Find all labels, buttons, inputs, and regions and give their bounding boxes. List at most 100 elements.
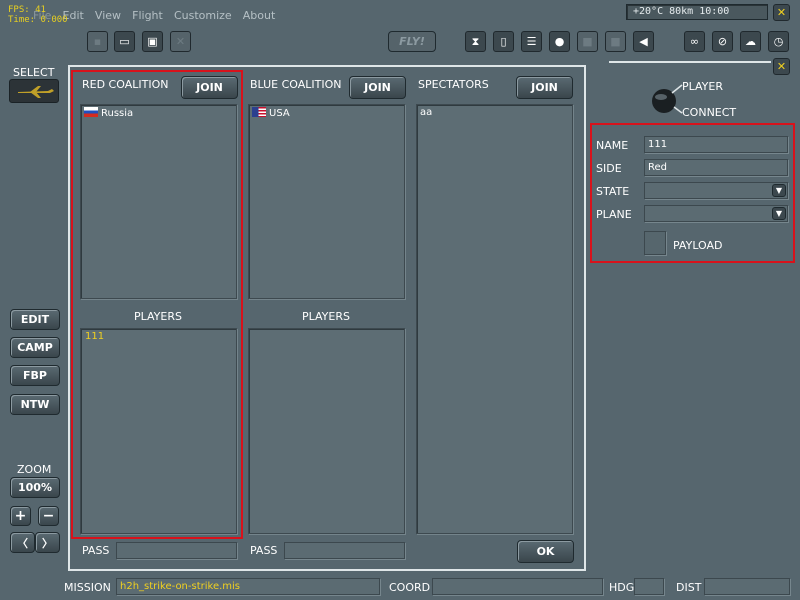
- clipboard-button[interactable]: ☰: [521, 31, 542, 52]
- edit-button[interactable]: EDIT: [10, 309, 60, 330]
- time-counter: Time: 0.000: [8, 15, 68, 25]
- blue-players-title: PLAYERS: [302, 310, 350, 323]
- new-icon: ▪: [93, 35, 102, 48]
- device-icon: ▯: [500, 35, 507, 48]
- open-button[interactable]: ▭: [114, 31, 135, 52]
- fly-label: FLY!: [399, 35, 425, 48]
- plus-icon: +: [14, 508, 27, 524]
- clock-icon: ◷: [773, 35, 784, 48]
- binoculars-icon: ∞: [689, 35, 700, 48]
- ntw-label: NTW: [20, 398, 50, 411]
- camp-label: CAMP: [17, 341, 53, 354]
- spectators-title: SPECTATORS: [418, 78, 489, 91]
- blue-players-list[interactable]: [248, 328, 405, 534]
- spectators-join-label: JOIN: [531, 81, 558, 94]
- red-highlight-box: [71, 70, 243, 539]
- fbp-label: FBP: [23, 369, 47, 382]
- ntw-button[interactable]: NTW: [10, 394, 60, 415]
- blue-pass-label: PASS: [250, 544, 278, 557]
- close-panel-button[interactable]: ✕: [773, 58, 790, 75]
- fbp-button[interactable]: FBP: [10, 365, 60, 386]
- head-icon: ●: [554, 35, 565, 48]
- chevron-right-icon: 〉: [42, 536, 53, 550]
- pilot-button[interactable]: ●: [549, 31, 570, 52]
- dist-field: [704, 578, 790, 595]
- device-button[interactable]: ▯: [493, 31, 514, 52]
- mission-label: MISSION: [64, 581, 111, 594]
- fps-counter: FPS: 41: [8, 5, 46, 15]
- menu-customize[interactable]: Customize: [174, 9, 232, 22]
- red-pass-label: PASS: [82, 544, 110, 557]
- briefing-icon: ⧗: [471, 34, 480, 48]
- blue-join-button[interactable]: JOIN: [349, 76, 406, 99]
- player-highlight-box: [590, 123, 795, 263]
- list-item[interactable]: aa: [417, 105, 572, 118]
- dist-label: DIST: [676, 581, 702, 594]
- close-icon: ✕: [776, 6, 787, 19]
- zoom-value: 100%: [18, 481, 52, 494]
- close-icon: ✕: [776, 60, 787, 73]
- chevron-left-icon: 〈: [17, 536, 28, 550]
- minus-icon: −: [42, 508, 55, 524]
- usa-flag-icon: [252, 107, 266, 117]
- red-pass-field[interactable]: [116, 542, 237, 559]
- tool-icon: ■: [610, 35, 621, 48]
- menu-bar: File Edit View Flight Customize About: [33, 4, 281, 23]
- zoom-in-button[interactable]: +: [10, 506, 31, 526]
- close-icon: ✕: [175, 35, 186, 48]
- no-entry-icon: ⊘: [717, 35, 728, 48]
- list-item[interactable]: USA: [249, 105, 404, 119]
- player-title: PLAYER: [682, 80, 723, 93]
- spectators-list[interactable]: aa: [416, 104, 573, 534]
- speaker-icon: ◀: [639, 35, 648, 48]
- cloud-icon: ☁: [745, 35, 756, 48]
- zoom-out-button[interactable]: −: [38, 506, 59, 526]
- no-entry-button[interactable]: ⊘: [712, 31, 733, 52]
- menu-flight[interactable]: Flight: [132, 9, 163, 22]
- mission-field: h2h_strike-on-strike.mis: [116, 578, 380, 595]
- clipboard-icon: ☰: [526, 35, 537, 48]
- close-app-button[interactable]: ✕: [773, 4, 790, 21]
- hdg-label: HDG: [609, 581, 635, 594]
- binoculars-button[interactable]: ∞: [684, 31, 705, 52]
- select-aircraft-button[interactable]: [9, 79, 59, 103]
- disabled-tool-button-1[interactable]: ■: [577, 31, 598, 52]
- new-button[interactable]: ▪: [87, 31, 108, 52]
- ok-button[interactable]: OK: [517, 540, 574, 563]
- menu-view[interactable]: View: [95, 9, 121, 22]
- blue-coalition-title: BLUE COALITION: [250, 78, 342, 91]
- nav-left-button[interactable]: 〈: [10, 532, 35, 553]
- blue-country-list[interactable]: USA: [248, 104, 405, 299]
- save-button[interactable]: ▣: [142, 31, 163, 52]
- hdg-field: [634, 578, 664, 595]
- coord-label: COORD: [389, 581, 431, 594]
- weather-button[interactable]: ☁: [740, 31, 761, 52]
- weather-readout: +20°C 80km 10:00: [626, 4, 768, 20]
- connect-label: CONNECT: [682, 106, 737, 119]
- coord-field: [432, 578, 603, 595]
- clock-button[interactable]: ◷: [768, 31, 789, 52]
- blue-pass-field[interactable]: [284, 542, 405, 559]
- aircraft-icon: [18, 86, 54, 98]
- close-mission-button[interactable]: ✕: [170, 31, 191, 52]
- divider-line: [609, 61, 771, 63]
- ok-label: OK: [536, 545, 555, 558]
- zoom-label: ZOOM: [17, 463, 52, 476]
- menu-about[interactable]: About: [243, 9, 276, 22]
- fly-button[interactable]: FLY!: [388, 31, 436, 52]
- folder-open-icon: ▭: [119, 35, 130, 48]
- spectators-join-button[interactable]: JOIN: [516, 76, 573, 99]
- edit-label: EDIT: [20, 313, 50, 326]
- disabled-tool-button-2[interactable]: ■: [605, 31, 626, 52]
- sound-button[interactable]: ◀: [633, 31, 654, 52]
- save-icon: ▣: [147, 35, 158, 48]
- weather-text: +20°C 80km 10:00: [633, 6, 730, 17]
- zoom-value-button[interactable]: 100%: [10, 477, 60, 498]
- blue-join-label: JOIN: [364, 81, 391, 94]
- country-name: USA: [269, 108, 290, 119]
- select-label: SELECT: [13, 66, 55, 79]
- nav-right-button[interactable]: 〉: [35, 532, 60, 553]
- camp-button[interactable]: CAMP: [10, 337, 60, 358]
- briefing-button[interactable]: ⧗: [465, 31, 486, 52]
- tool-icon: ■: [582, 35, 593, 48]
